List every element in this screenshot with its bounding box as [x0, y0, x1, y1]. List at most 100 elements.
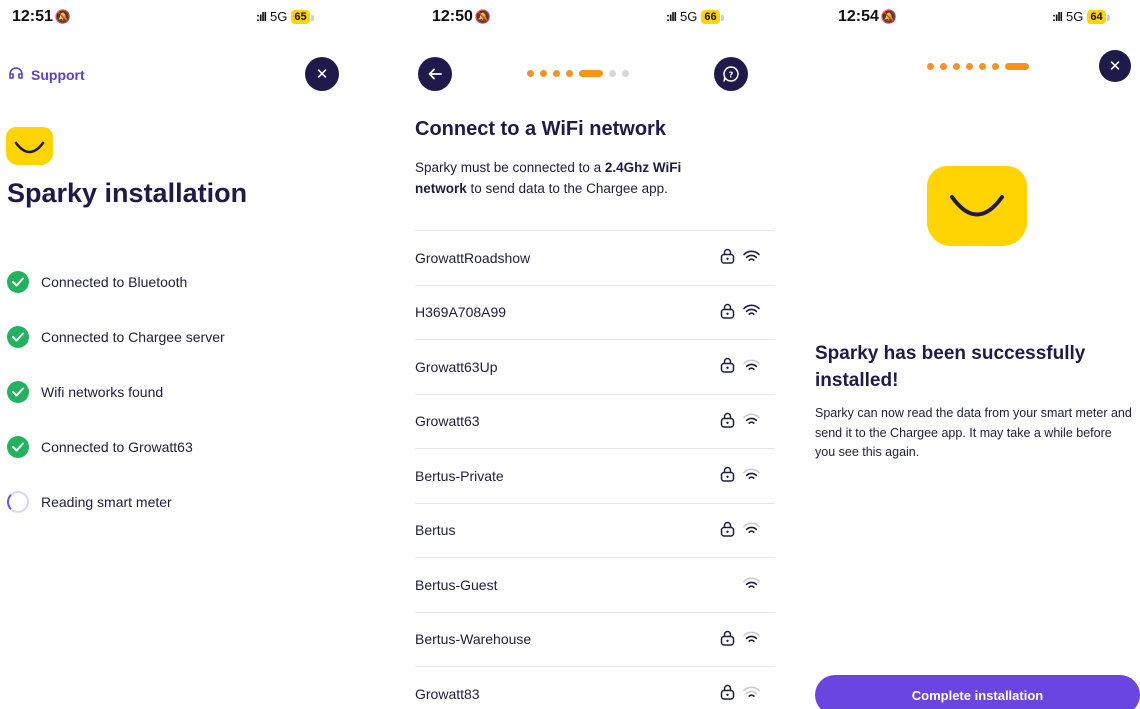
- wifi-network-icons: [708, 303, 760, 322]
- help-button[interactable]: ?: [714, 57, 748, 91]
- progress-current: [579, 70, 603, 77]
- status-bar: 12:51 🔕 :ıll 5G 65: [0, 0, 380, 36]
- screen-install-complete: 12:54 🔕 :ıll 5G 64 ✕ Sparky has been succ…: [790, 0, 1140, 709]
- status-time: 12:51 🔕: [12, 8, 71, 26]
- wifi-network-icons: [708, 466, 760, 485]
- check-icon: [7, 380, 29, 403]
- bell-muted-icon: 🔕: [54, 9, 72, 24]
- status-bar: 12:54 🔕 :ıll 5G 64: [790, 0, 1140, 36]
- progress-dot: [609, 70, 616, 77]
- wifi-icon: [743, 250, 760, 266]
- step-label: Connected to Chargee server: [41, 328, 225, 345]
- status-time-text: 12:51: [12, 8, 53, 25]
- status-time-text: 12:50: [432, 8, 473, 25]
- sparky-logo: [927, 166, 1027, 246]
- wifi-icon: [743, 468, 760, 484]
- close-icon: ✕: [1108, 58, 1122, 75]
- wifi-network-list: GrowattRoadshow H369A708A99 Growatt63Up Gro…: [415, 230, 775, 709]
- step-item: Wifi networks found: [7, 364, 225, 419]
- progress-dot: [953, 63, 960, 70]
- network-type: 5G: [680, 9, 698, 24]
- network-type: 5G: [270, 9, 288, 24]
- wifi-icon: [743, 413, 760, 429]
- lock-icon: [720, 684, 735, 703]
- wifi-network-icons: [708, 248, 760, 267]
- status-time: 12:54 🔕: [838, 8, 897, 26]
- wifi-network-name: Bertus-Warehouse: [415, 631, 532, 648]
- wifi-icon: [743, 577, 760, 593]
- page-description: Sparky can now read the data from your s…: [815, 406, 1132, 459]
- wifi-network-row[interactable]: Growatt63: [415, 395, 775, 449]
- signal-icon: :ıll: [256, 9, 267, 24]
- step-label: Connected to Growatt63: [41, 438, 193, 455]
- status-time-text: 12:54: [838, 8, 879, 25]
- wifi-network-name: GrowattRoadshow: [415, 249, 531, 266]
- wifi-network-row[interactable]: H369A708A99: [415, 286, 775, 340]
- wifi-network-row[interactable]: Growatt63Up: [415, 340, 775, 395]
- spinner-icon: [7, 490, 29, 513]
- progress-dots: [527, 70, 629, 77]
- progress-current: [1005, 63, 1029, 70]
- support-label: Support: [31, 66, 85, 83]
- progress-dots: [927, 63, 1029, 70]
- close-button[interactable]: ✕: [305, 57, 339, 91]
- battery-level: 65: [291, 9, 314, 24]
- back-button[interactable]: [418, 57, 452, 91]
- step-item: Reading smart meter: [7, 474, 225, 529]
- lock-icon: [720, 357, 735, 376]
- battery-level: 66: [701, 9, 724, 24]
- step-item: Connected to Bluetooth: [7, 254, 225, 309]
- page-title: Connect to a WiFi network: [415, 118, 666, 140]
- step-label: Reading smart meter: [41, 493, 172, 510]
- screen-wifi-select: 12:50 🔕 :ıll 5G 66 ? Connect to a WiFi ne…: [380, 0, 790, 709]
- help-chat-icon: ?: [723, 66, 739, 82]
- step-item: Connected to Chargee server: [7, 309, 225, 364]
- progress-dot: [566, 70, 573, 77]
- status-right: :ıll 5G 65: [256, 9, 314, 24]
- svg-text:?: ?: [729, 70, 734, 79]
- wifi-network-name: Growatt63: [415, 413, 480, 430]
- wifi-icon: [743, 304, 760, 320]
- close-icon: ✕: [315, 66, 329, 83]
- wifi-icon: [743, 522, 760, 538]
- wifi-icon: [743, 686, 760, 702]
- complete-installation-label: Complete installation: [911, 688, 1044, 703]
- lock-icon: [720, 466, 735, 485]
- wifi-icon: [743, 631, 760, 647]
- description-text: Sparky must be connected to a: [415, 160, 605, 175]
- wifi-network-name: Growatt63Up: [415, 358, 498, 375]
- progress-dot: [927, 63, 934, 70]
- wifi-network-row[interactable]: Bertus-Guest: [415, 558, 775, 613]
- sparky-logo: [6, 127, 53, 165]
- lock-icon: [720, 521, 735, 540]
- page-description: Sparky must be connected to a 2.4Ghz WiF…: [415, 157, 735, 199]
- status-time: 12:50 🔕: [432, 8, 491, 26]
- signal-icon: :ıll: [1052, 9, 1063, 24]
- wifi-network-icons: [708, 577, 760, 593]
- progress-dot: [966, 63, 973, 70]
- close-button[interactable]: ✕: [1099, 50, 1131, 82]
- wifi-network-icons: [708, 521, 760, 540]
- network-type: 5G: [1066, 9, 1084, 24]
- wifi-network-row[interactable]: GrowattRoadshow: [415, 231, 775, 286]
- bell-muted-icon: 🔕: [880, 9, 898, 24]
- lock-icon: [720, 248, 735, 267]
- complete-installation-button[interactable]: Complete installation: [815, 675, 1140, 709]
- wifi-network-name: H369A708A99: [415, 304, 507, 321]
- page-title: Sparky has been successfully installed!: [815, 343, 1086, 391]
- wifi-icon: [743, 359, 760, 375]
- wifi-network-row[interactable]: Bertus-Warehouse: [415, 613, 775, 667]
- lock-icon: [720, 630, 735, 649]
- support-headset-icon: [7, 64, 25, 85]
- wifi-network-row[interactable]: Growatt83: [415, 667, 775, 709]
- support-link[interactable]: Support: [7, 64, 85, 85]
- signal-icon: :ıll: [666, 9, 677, 24]
- wifi-network-row[interactable]: Bertus-Private: [415, 449, 775, 504]
- progress-dot: [979, 63, 986, 70]
- status-right: :ıll 5G 64: [1052, 9, 1110, 24]
- status-bar: 12:50 🔕 :ıll 5G 66: [380, 0, 790, 36]
- check-icon: [7, 435, 29, 458]
- screen-installation-progress: 12:51 🔕 :ıll 5G 65 Support ✕ Sparky insta…: [0, 0, 380, 709]
- wifi-network-row[interactable]: Bertus: [415, 504, 775, 558]
- progress-dot: [940, 63, 947, 70]
